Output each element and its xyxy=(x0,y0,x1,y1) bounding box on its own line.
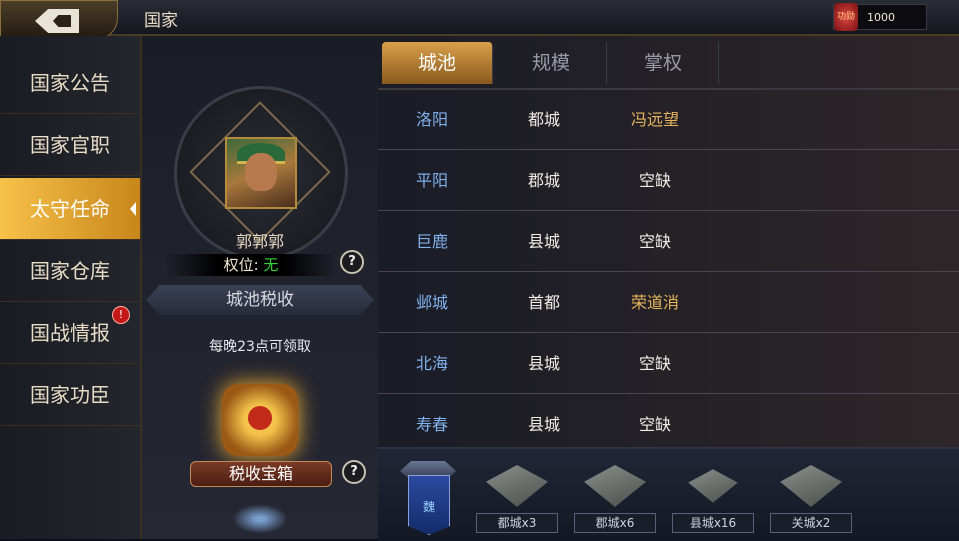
city-name: 北海 xyxy=(416,354,449,373)
player-name: 郭郭郭 xyxy=(235,232,284,251)
table-row[interactable]: 邺城 首都 荣道消 xyxy=(378,272,959,333)
city-type: 郡城 xyxy=(528,171,561,190)
pass-count: 关城x2 xyxy=(770,465,852,533)
resource-value: 1000 xyxy=(867,11,895,24)
city-holder: 空缺 xyxy=(638,415,671,434)
sidebar-item-war-intel[interactable]: 国战情报 ! xyxy=(0,302,140,364)
city-holder: 空缺 xyxy=(638,354,671,373)
city-type: 首都 xyxy=(528,293,561,312)
tax-chest-button[interactable]: 税收宝箱 xyxy=(190,461,332,487)
city-name: 平阳 xyxy=(416,171,449,190)
page-title: 国家 xyxy=(144,11,178,31)
faction-banner-icon: 魏 xyxy=(396,455,460,539)
tax-help-icon[interactable]: ? xyxy=(342,460,366,484)
faction-label: 魏 xyxy=(422,500,435,514)
table-row[interactable]: 寿春 县城 空缺 xyxy=(378,394,959,447)
tab-cities[interactable]: 城池 xyxy=(382,42,493,84)
city-holder: 荣道消 xyxy=(630,293,679,312)
capital-count: 都城x3 xyxy=(476,465,558,533)
banner-flag: 魏 xyxy=(408,475,450,535)
face-shape xyxy=(245,153,277,191)
avatar[interactable] xyxy=(225,137,297,209)
rank-row: 权位: 无 xyxy=(166,254,336,276)
city-holder: 空缺 xyxy=(638,171,671,190)
resource-counter: 功勋 1000 xyxy=(833,3,927,31)
city-name: 寿春 xyxy=(416,415,449,434)
pass-city-icon xyxy=(780,465,842,507)
city-summary-bar: 魏 都城x3 郡城x6 县城x16 关城x2 xyxy=(378,447,959,541)
commandery-count-label: 郡城x6 xyxy=(574,513,656,533)
sidebar-item-heroes[interactable]: 国家功臣 xyxy=(0,364,140,426)
city-type: 县城 xyxy=(528,415,561,434)
rank-label: 权位: xyxy=(223,256,259,274)
sidebar-item-governor-appoint[interactable]: 太守任命 xyxy=(0,178,140,240)
sidebar: 国家公告 国家官职 太守任命 国家仓库 国战情报 ! 国家功臣 xyxy=(0,36,142,539)
city-name: 洛阳 xyxy=(416,110,449,129)
back-button[interactable] xyxy=(0,0,118,40)
rank-value: 无 xyxy=(263,256,279,274)
treasure-chest-icon[interactable] xyxy=(222,384,298,456)
city-panel: 城池 规模 掌权 洛阳 都城 冯远望 平阳 郡城 空缺 巨鹿 县城 空缺 邺城 … xyxy=(378,36,959,541)
tab-bar: 城池 规模 掌权 xyxy=(378,36,959,90)
pass-count-label: 关城x2 xyxy=(770,513,852,533)
county-count: 县城x16 xyxy=(672,465,754,533)
tab-scale[interactable]: 规模 xyxy=(496,42,607,84)
commandery-count: 郡城x6 xyxy=(574,465,656,533)
back-arrow-icon xyxy=(35,9,79,33)
city-type: 县城 xyxy=(528,354,561,373)
city-holder: 空缺 xyxy=(638,232,671,251)
top-bar: 国家 功勋 1000 xyxy=(0,0,959,40)
table-row[interactable]: 巨鹿 县城 空缺 xyxy=(378,211,959,272)
sidebar-item-label: 国战情报 xyxy=(30,321,110,345)
city-name: 巨鹿 xyxy=(416,232,449,251)
sidebar-item-officials[interactable]: 国家官职 xyxy=(0,114,140,176)
profile-panel: 郭郭郭 权位: 无 ? 城池税收 每晚23点可领取 税收宝箱 ? xyxy=(142,36,378,539)
rank-help-icon[interactable]: ? xyxy=(340,250,364,274)
city-name: 邺城 xyxy=(416,293,449,312)
tax-note: 每晚23点可领取 xyxy=(209,339,311,355)
table-row[interactable]: 洛阳 都城 冯远望 xyxy=(378,89,959,150)
county-city-icon xyxy=(688,469,738,503)
capital-city-icon xyxy=(486,465,548,507)
table-row[interactable]: 平阳 郡城 空缺 xyxy=(378,150,959,211)
glow-decoration xyxy=(232,504,288,534)
merit-icon: 功勋 xyxy=(834,3,858,31)
city-holder: 冯远望 xyxy=(630,110,679,129)
city-type: 县城 xyxy=(528,232,561,251)
alert-badge-icon: ! xyxy=(112,306,130,324)
tab-control[interactable]: 掌权 xyxy=(608,42,719,84)
county-count-label: 县城x16 xyxy=(672,513,754,533)
commandery-city-icon xyxy=(584,465,646,507)
tax-header: 城池税收 xyxy=(146,285,374,315)
capital-count-label: 都城x3 xyxy=(476,513,558,533)
sidebar-item-announcement[interactable]: 国家公告 xyxy=(0,52,140,114)
city-type: 都城 xyxy=(528,110,561,129)
table-row[interactable]: 北海 县城 空缺 xyxy=(378,333,959,394)
sidebar-item-warehouse[interactable]: 国家仓库 xyxy=(0,240,140,302)
